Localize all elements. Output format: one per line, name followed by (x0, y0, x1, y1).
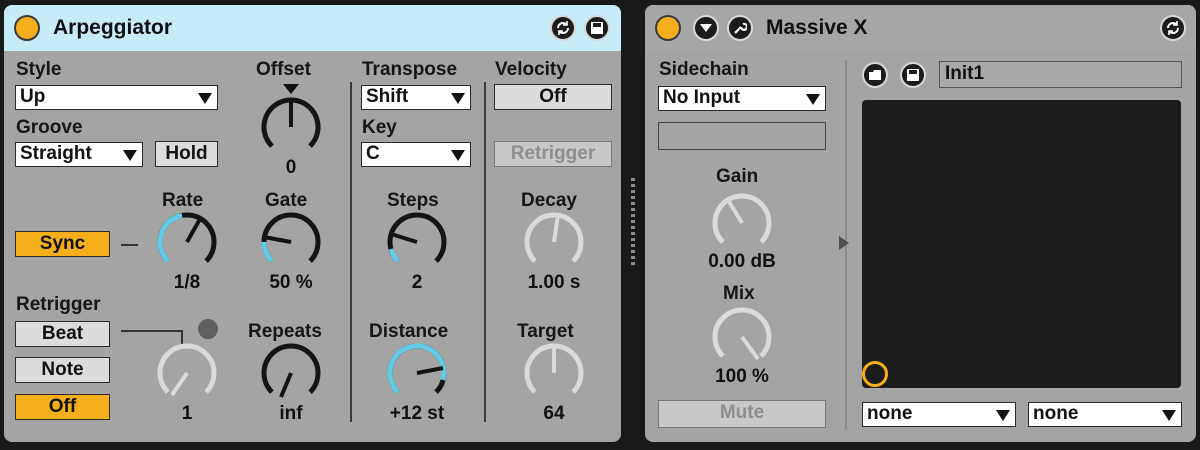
massive-x-power-button[interactable] (655, 15, 681, 41)
distance-value: +12 st (389, 403, 445, 424)
rate-label: Rate (162, 190, 204, 211)
wrench-icon[interactable] (727, 15, 753, 41)
retrigger-knob[interactable] (157, 343, 217, 403)
distance-knob[interactable] (387, 343, 447, 403)
macro-right-value: none (1033, 403, 1079, 424)
distance-label: Distance (369, 321, 449, 342)
gate-knob[interactable] (261, 212, 321, 272)
style-value: Up (20, 86, 46, 107)
preset-name-field[interactable]: Init1 (939, 61, 1182, 88)
target-label: Target (517, 321, 574, 342)
key-dropdown[interactable]: C (361, 142, 471, 167)
decay-value: 1.00 s (527, 272, 581, 293)
offset-knob[interactable] (261, 97, 321, 157)
dropdown-arrow-icon (996, 410, 1010, 421)
repeats-knob[interactable] (261, 343, 321, 403)
retrigger-beat-button[interactable]: Beat (15, 321, 110, 347)
dropdown-arrow-icon (123, 150, 137, 161)
decay-knob[interactable] (524, 212, 584, 272)
steps-value: 2 (411, 272, 423, 293)
arpeggiator-title: Arpeggiator (53, 16, 173, 39)
velocity-toggle-button[interactable]: Off (494, 84, 612, 110)
groove-label: Groove (16, 117, 83, 138)
offset-label: Offset (256, 59, 311, 80)
target-value: 64 (543, 403, 565, 424)
target-knob[interactable] (524, 343, 584, 403)
refresh-icon[interactable] (550, 15, 576, 41)
velocity-label: Velocity (495, 59, 567, 80)
sidechain-label: Sidechain (659, 59, 749, 80)
gain-value: 0.00 dB (708, 251, 776, 272)
macro-right-dropdown[interactable]: none (1028, 402, 1182, 427)
fold-arrow-icon[interactable] (693, 15, 719, 41)
section-divider (350, 82, 352, 422)
dropdown-arrow-icon (451, 93, 465, 104)
retrigger-led-indicator (198, 319, 218, 339)
decay-label: Decay (521, 190, 577, 211)
key-value: C (366, 143, 380, 164)
gain-knob[interactable] (712, 193, 772, 253)
style-dropdown[interactable]: Up (15, 85, 218, 110)
sync-rate-link (121, 244, 138, 246)
dropdown-arrow-icon (198, 93, 212, 104)
sidechain-dropdown[interactable]: No Input (658, 86, 826, 111)
gate-label: Gate (265, 190, 308, 211)
groove-value: Straight (20, 143, 92, 164)
groove-dropdown[interactable]: Straight (15, 142, 143, 167)
transpose-value: Shift (366, 86, 409, 107)
retrigger-label: Retrigger (16, 294, 101, 315)
transpose-label: Transpose (362, 59, 458, 80)
mix-label: Mix (723, 283, 755, 304)
expand-arrow-icon[interactable] (839, 236, 849, 250)
mix-value: 100 % (715, 366, 769, 387)
velocity-retrigger-button[interactable]: Retrigger (494, 141, 612, 167)
retrigger-note-button[interactable]: Note (15, 357, 110, 383)
arpeggiator-power-button[interactable] (14, 15, 40, 41)
rate-knob[interactable] (157, 212, 217, 272)
dropdown-arrow-icon (451, 150, 465, 161)
retrigger-link-line-h (121, 330, 183, 332)
massive-x-title: Massive X (766, 16, 868, 39)
sidechain-source-field[interactable] (658, 122, 826, 150)
style-label: Style (16, 59, 62, 80)
key-label: Key (362, 117, 397, 138)
macro-left-value: none (867, 403, 913, 424)
mix-knob[interactable] (712, 307, 772, 367)
repeats-value: inf (279, 403, 303, 424)
macro-left-dropdown[interactable]: none (862, 402, 1016, 427)
save-icon[interactable] (900, 62, 926, 88)
hold-button[interactable]: Hold (155, 141, 218, 167)
retrigger-value: 1 (181, 403, 193, 424)
xy-pad-display[interactable] (862, 100, 1181, 388)
sidechain-value: No Input (663, 87, 741, 108)
rate-value: 1/8 (173, 272, 201, 293)
gate-value: 50 % (269, 272, 313, 293)
preset-name-value: Init1 (945, 63, 985, 84)
mute-button[interactable]: Mute (658, 400, 826, 428)
folder-icon[interactable] (862, 62, 888, 88)
dropdown-arrow-icon (1162, 410, 1176, 421)
xy-pad-handle[interactable] (862, 361, 888, 387)
section-divider (484, 82, 486, 422)
device-drag-handle[interactable] (631, 178, 635, 268)
steps-label: Steps (387, 190, 439, 211)
offset-value: 0 (285, 157, 297, 178)
save-icon[interactable] (584, 15, 610, 41)
transpose-dropdown[interactable]: Shift (361, 85, 471, 110)
retrigger-link-line-v (181, 330, 183, 344)
gain-label: Gain (716, 166, 759, 187)
offset-marker-icon (283, 84, 299, 94)
sync-button[interactable]: Sync (15, 231, 110, 257)
refresh-icon[interactable] (1160, 15, 1186, 41)
dropdown-arrow-icon (806, 94, 820, 105)
retrigger-off-button[interactable]: Off (15, 394, 110, 420)
steps-knob[interactable] (387, 212, 447, 272)
repeats-label: Repeats (248, 321, 322, 342)
